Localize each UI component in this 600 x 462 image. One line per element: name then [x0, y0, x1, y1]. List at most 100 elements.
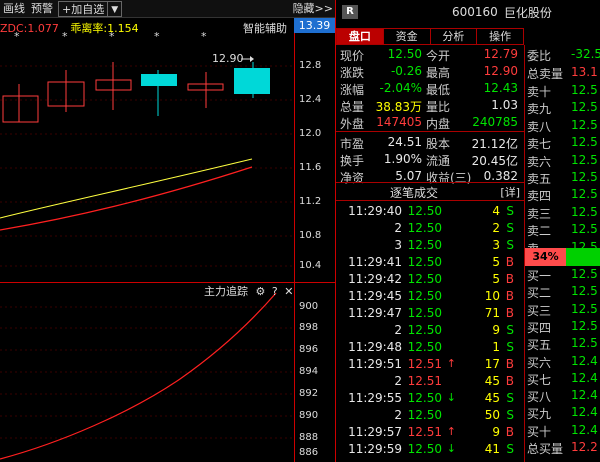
book-value: 12.5	[571, 204, 598, 219]
tick-time: 3	[394, 238, 402, 252]
tick-time: 11:29:57	[348, 425, 402, 439]
quote-value: 38.83万	[375, 100, 422, 114]
quote-value: 12.79	[483, 47, 518, 61]
book-value: 12.5	[571, 170, 598, 184]
star-marker: *	[14, 30, 20, 43]
buy-level-row: 买五 12.5	[525, 335, 600, 352]
quote-label: 涨跌	[340, 66, 365, 80]
tick-price: 12.50	[407, 340, 442, 354]
book-label: 买六	[527, 355, 552, 370]
tick-trades-header: 逐笔成交 [详]	[336, 182, 524, 200]
hide-panel-button[interactable]: 隐藏>>	[293, 0, 333, 17]
zdc-indicator: ZDC:1.077	[0, 22, 59, 35]
chart-toolbar: 画线 预警 +加自选 ▼ 隐藏>>	[0, 0, 335, 18]
sell-level-row: 卖二 12.5	[525, 221, 600, 238]
chevron-down-icon[interactable]: ▼	[108, 0, 123, 17]
tick-time: 11:29:59	[348, 442, 402, 456]
tick-side: S	[506, 391, 514, 405]
book-value: -32.50	[571, 47, 600, 61]
tab-order-book[interactable]: 盘口	[336, 28, 384, 45]
alert-button[interactable]: 预警	[28, 1, 56, 17]
tick-row: 11:29:45 12.50 10 B	[336, 288, 524, 305]
bid-ask-ratio-row: 委比 -32.50	[525, 46, 600, 63]
tick-detail-button[interactable]: [详]	[500, 184, 520, 200]
tick-price: 12.51	[407, 374, 442, 388]
buy-level-row: 买一 12.5	[525, 266, 600, 283]
buy-level-row: 买七 12.4	[525, 370, 600, 387]
quote-value: 5.07	[395, 169, 422, 183]
tick-volume: 41	[484, 442, 500, 456]
candlestick-chart[interactable]	[0, 18, 335, 282]
book-value: 12.5	[571, 222, 598, 237]
tick-time: 11:29:40	[348, 204, 402, 218]
quote-divider	[336, 131, 524, 132]
tick-volume: 5	[492, 255, 500, 269]
current-price-label: 13.39	[294, 18, 335, 33]
tab-funds[interactable]: 资金	[383, 28, 431, 45]
close-icon[interactable]: ✕	[284, 285, 293, 298]
book-value: 12.5	[571, 187, 598, 202]
axis-tick: 10.8	[299, 230, 322, 241]
book-value: 12.5	[571, 301, 598, 316]
buy-level-row: 买二 12.5	[525, 283, 600, 300]
axis-tick: 10.4	[299, 260, 322, 271]
bias-indicator: 乖离率:1.154	[70, 22, 139, 35]
axis-tick: 898	[299, 322, 319, 333]
tick-row: 3 12.50 3 S	[336, 237, 524, 254]
quote-label: 量比	[426, 100, 451, 114]
add-watchlist-button[interactable]: +加自选	[58, 0, 109, 17]
tab-operations[interactable]: 操作	[477, 28, 524, 45]
axis-tick: 12.4	[299, 94, 322, 105]
book-value: 12.2	[571, 440, 598, 454]
axis-tick: 12.8	[299, 60, 322, 71]
tick-time: 2	[394, 408, 402, 422]
tick-volume: 45	[484, 391, 500, 405]
candle	[141, 74, 177, 86]
quote-label: 股本	[426, 137, 451, 151]
book-label: 总卖量	[527, 67, 564, 81]
tick-price: 12.50	[407, 442, 442, 456]
quote-value: 12.50	[387, 47, 422, 61]
book-value: 12.4	[571, 353, 598, 368]
tick-time: 2	[394, 374, 402, 388]
book-label: 买一	[527, 269, 552, 283]
flow-axis: 900 898 896 894 892 890 888 886	[294, 283, 335, 462]
tick-side: S	[506, 340, 514, 354]
tick-row: 2 12.51 45 B	[336, 373, 524, 390]
help-icon[interactable]: ?	[272, 285, 278, 298]
quote-value: 24.51	[387, 135, 422, 149]
tick-time: 11:29:47	[348, 306, 402, 320]
book-value: 12.5	[571, 284, 598, 299]
tick-price: 12.50	[407, 272, 442, 286]
sell-level-row: 卖三 12.5	[525, 204, 600, 221]
tick-side: S	[506, 221, 514, 235]
r-badge[interactable]: R	[342, 5, 358, 19]
book-label: 买二	[527, 286, 552, 301]
buy-ratio-fill: 34%	[525, 248, 566, 266]
quote-row: 换手 1.90% 流通 20.45亿	[336, 151, 524, 168]
tick-price: 12.50	[407, 238, 442, 252]
quote-row: 总量 38.83万 量比 1.03	[336, 97, 524, 114]
quote-value: 20.45亿	[471, 154, 518, 168]
tick-row: 11:29:57 12.51 ↑ 9 B	[336, 424, 524, 441]
main-force-chart[interactable]	[0, 283, 294, 462]
tick-row: 11:29:48 12.50 1 S	[336, 339, 524, 356]
buy-level-row: 买三 12.5	[525, 301, 600, 318]
tick-time: 11:29:48	[348, 340, 402, 354]
gear-icon[interactable]: ⚙	[256, 285, 266, 298]
book-value: 12.4	[571, 388, 598, 403]
quote-value: 1.03	[491, 98, 518, 112]
quote-label: 总量	[340, 100, 365, 114]
stock-code: 600160	[452, 5, 498, 19]
smart-assist-label[interactable]: 智能辅助	[243, 20, 287, 36]
tick-volume: 17	[484, 357, 500, 371]
tick-trades-list[interactable]: 11:29:40 12.50 4 S 2 12.50 2 S 3 12.50 3 S 11:29:41 1…	[336, 203, 524, 462]
sell-ratio-fill	[566, 248, 600, 266]
book-value: 13.1	[571, 65, 598, 79]
tick-row: 11:29:51 12.51 ↑ 17 B	[336, 356, 524, 373]
tick-row: 11:29:55 12.50 ↓ 45 S	[336, 390, 524, 407]
tick-side: B	[505, 255, 514, 269]
tab-analysis[interactable]: 分析	[430, 28, 478, 45]
quote-label: 涨幅	[340, 83, 365, 97]
draw-line-button[interactable]: 画线	[0, 1, 28, 17]
